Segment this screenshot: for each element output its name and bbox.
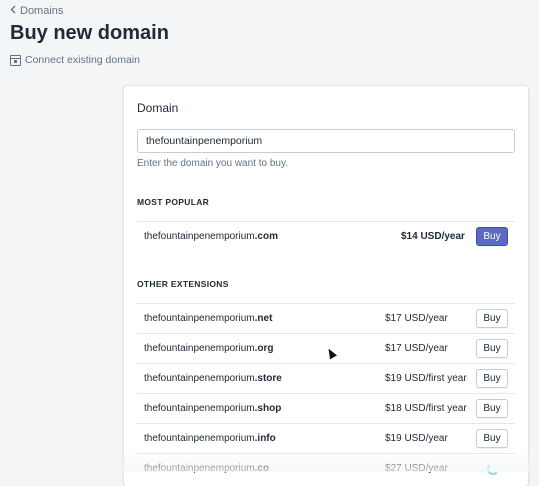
connect-existing-domain-link[interactable]: Connect existing domain [10,54,140,66]
most-popular-heading: MOST POPULAR [137,197,210,207]
domain-row-com: thefountainpenemporium.com $14 USD/year … [137,221,515,251]
domain-price: $17 USD/year [385,313,448,324]
back-link-label: Domains [20,5,64,17]
buy-button-net[interactable]: Buy [476,309,508,328]
buy-button-com[interactable]: Buy [476,227,508,246]
domain-name: thefountainpenemporium.info [144,433,276,444]
domain-row-org: thefountainpenemporium.org $17 USD/year … [137,333,515,363]
buy-button-store[interactable]: Buy [476,369,508,388]
domain-card: Domain Enter the domain you want to buy.… [124,86,528,486]
chevron-left-icon [10,5,16,17]
card-title: Domain [137,101,179,115]
domain-row-co: thefountainpenemporium.co $27 USD/year [137,453,515,483]
domain-name: thefountainpenemporium.com [144,231,278,242]
domain-row-info: thefountainpenemporium.info $19 USD/year… [137,423,515,453]
domain-help-text: Enter the domain you want to buy. [137,158,289,169]
buy-button-info[interactable]: Buy [476,429,508,448]
domain-price: $17 USD/year [385,343,448,354]
domain-row-net: thefountainpenemporium.net $17 USD/year … [137,303,515,333]
browser-window-icon [10,54,21,66]
domain-name: thefountainpenemporium.co [144,463,270,474]
domain-name: thefountainpenemporium.shop [144,403,282,414]
domain-name: thefountainpenemporium.org [144,343,274,354]
connect-existing-domain-label: Connect existing domain [25,54,140,66]
domain-price: $19 USD/first year [385,373,467,384]
domain-name: thefountainpenemporium.store [144,373,282,384]
domain-row-store: thefountainpenemporium.store $19 USD/fir… [137,363,515,393]
domain-name: thefountainpenemporium.net [144,313,273,324]
domain-price: $18 USD/first year [385,403,467,414]
domain-price: $14 USD/year [401,231,465,242]
loading-spinner-icon [487,462,499,475]
domain-row-shop: thefountainpenemporium.shop $18 USD/firs… [137,393,515,423]
buy-button-shop[interactable]: Buy [476,399,508,418]
page-title: Buy new domain [10,22,169,44]
domain-price: $27 USD/year [385,463,448,474]
buy-button-org[interactable]: Buy [476,339,508,358]
back-link-domains[interactable]: Domains [10,5,63,17]
domain-price: $19 USD/year [385,433,448,444]
other-extensions-heading: OTHER EXTENSIONS [137,279,229,289]
domain-search-input[interactable] [137,129,515,153]
